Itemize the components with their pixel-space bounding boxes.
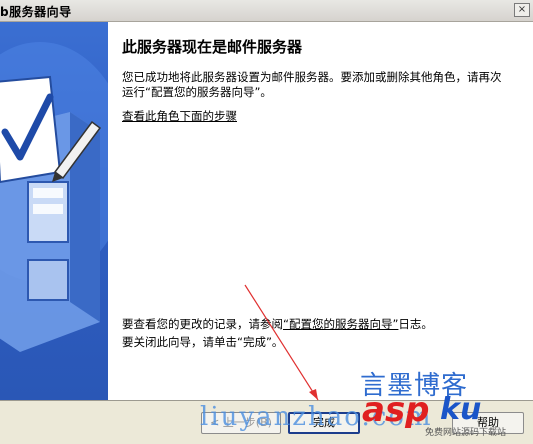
site-tagline-watermark: 免费网站源码下载站 — [425, 428, 507, 438]
window-title: b服务器向导 — [0, 5, 72, 19]
log-suffix: 日志。 — [398, 317, 433, 331]
log-prefix: 要查看您的更改的记录，请参阅 — [122, 317, 283, 331]
wizard-side-graphic — [0, 22, 108, 400]
ku-watermark: ku — [440, 392, 482, 427]
view-role-steps-link[interactable]: 查看此角色下面的步骤 — [122, 108, 237, 124]
log-instruction: 要查看您的更改的记录，请参阅“配置您的服务器向导”日志。 — [122, 317, 522, 332]
close-icon: × — [517, 4, 527, 15]
wizard-log-link[interactable]: “配置您的服务器向导” — [283, 317, 398, 331]
asp-watermark: asp — [362, 390, 430, 430]
completion-description: 您已成功地将此服务器设置为邮件服务器。要添加或删除其他角色，请再次运行“配置您的… — [122, 70, 502, 99]
page-title: 此服务器现在是邮件服务器 — [122, 38, 303, 56]
server-illustration — [0, 42, 108, 352]
title-bar: b服务器向导 × — [0, 0, 533, 22]
close-button[interactable]: × — [514, 3, 530, 17]
wizard-content: 此服务器现在是邮件服务器 您已成功地将此服务器设置为邮件服务器。要添加或删除其他… — [108, 22, 533, 400]
close-instruction: 要关闭此向导，请单击“完成”。 — [122, 335, 284, 349]
